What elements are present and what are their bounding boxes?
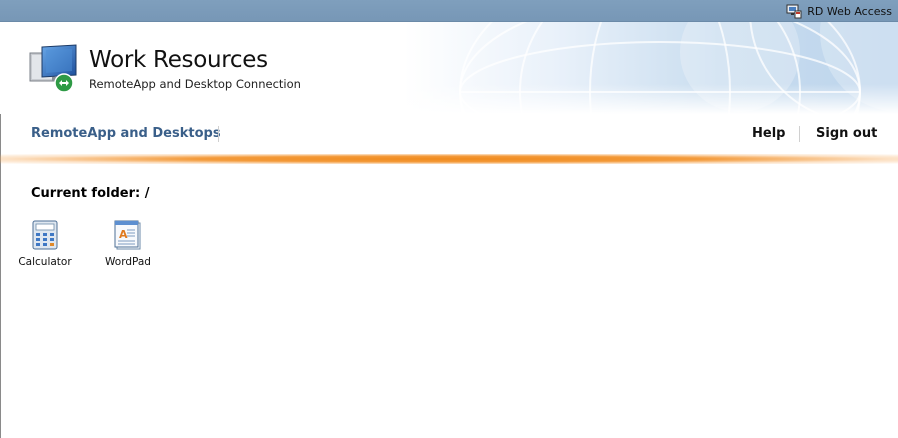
sign-out-link[interactable]: Sign out [816, 126, 877, 141]
calculator-icon [10, 220, 80, 250]
header-banner: Work Resources RemoteApp and Desktop Con… [0, 22, 898, 114]
rd-web-access-icon [786, 3, 802, 19]
app-wordpad[interactable]: A WordPad [93, 218, 163, 278]
nav-separator [218, 126, 219, 142]
app-calculator[interactable]: Calculator [10, 218, 80, 278]
nav-separator [799, 126, 800, 142]
wordpad-icon: A [93, 220, 163, 250]
svg-text:A: A [119, 228, 128, 241]
app-label: Calculator [18, 256, 72, 268]
current-folder-label: Current folder: / [31, 186, 150, 201]
nav-remoteapp-desktops-link[interactable]: RemoteApp and Desktops [31, 126, 221, 141]
nav-bar: RemoteApp and Desktops Help Sign out [0, 114, 898, 156]
top-bar: RD Web Access [0, 0, 898, 22]
page-subtitle: RemoteApp and Desktop Connection [89, 77, 301, 91]
rd-web-access-label: RD Web Access [807, 4, 892, 18]
help-link[interactable]: Help [752, 126, 785, 141]
rd-web-access-badge: RD Web Access [786, 3, 892, 19]
remote-desktop-logo-icon [28, 43, 80, 97]
page-title: Work Resources [89, 47, 268, 73]
accent-divider [0, 154, 898, 164]
app-label: WordPad [105, 256, 151, 268]
